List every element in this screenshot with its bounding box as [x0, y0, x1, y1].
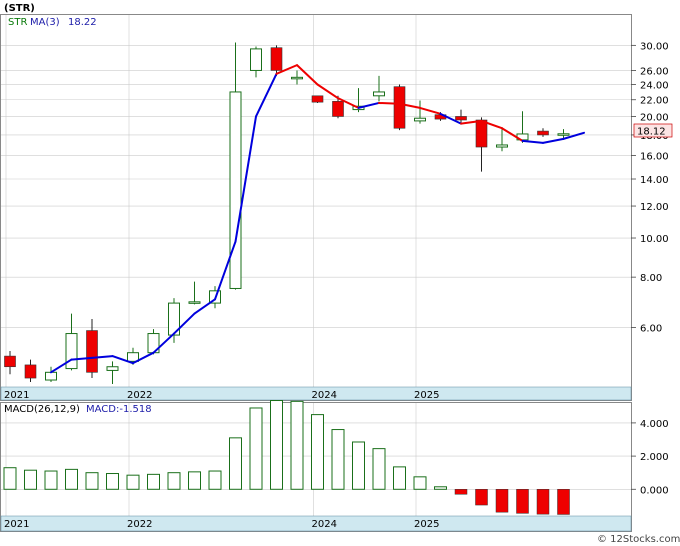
candle-body	[332, 101, 344, 117]
candle-body	[24, 364, 37, 379]
price-x-tick-label: 2022	[127, 390, 152, 401]
macd-bar	[516, 489, 529, 514]
macd-bar	[495, 489, 509, 513]
macd-bar	[413, 476, 427, 490]
macd-bar	[270, 400, 283, 490]
macd-x-tick-label: 2022	[127, 519, 152, 530]
macd-bar	[557, 489, 570, 515]
price-x-tick-label: 2024	[312, 390, 337, 401]
price-y-tick-label: 30.00	[640, 41, 669, 52]
macd-bar	[24, 469, 37, 490]
macd-value-label: MACD:-1.518	[86, 404, 152, 415]
candle-body	[537, 130, 549, 136]
price-x-tick-label: 2021	[4, 390, 29, 401]
candle-body	[373, 91, 385, 97]
macd-bar	[331, 429, 345, 490]
candle-body	[65, 333, 78, 370]
macd-bar	[454, 489, 468, 495]
candle-body	[475, 119, 488, 148]
candle-body	[106, 366, 119, 371]
candle-body	[291, 76, 303, 80]
price-y-tick-label: 24.00	[640, 80, 669, 91]
ma-segment	[378, 101, 401, 105]
price-y-tick-label: 10.00	[640, 234, 669, 245]
macd-bar	[372, 448, 386, 490]
macd-bar	[3, 467, 17, 490]
candle-body	[45, 371, 57, 381]
macd-bar	[475, 489, 488, 506]
candle-body	[414, 117, 426, 122]
price-y-tick-label: 26.00	[640, 66, 669, 77]
macd-y-tick-label: 2.000	[640, 452, 669, 463]
macd-bar	[352, 441, 365, 490]
macd-y-tick-label: 4.000	[640, 419, 669, 430]
candle-body	[4, 355, 16, 368]
candle-body	[455, 116, 467, 121]
macd-label: MACD(26,12,9)	[4, 404, 80, 415]
macd-x-tick-label: 2025	[414, 519, 439, 530]
macd-bar	[167, 472, 181, 490]
macd-bar	[85, 472, 99, 490]
macd-y-tick-label: 0.000	[640, 485, 669, 496]
macd-bar	[290, 400, 304, 490]
macd-bar	[536, 489, 550, 515]
macd-x-tick-label: 2024	[312, 519, 337, 530]
chart-title: (STR)	[4, 3, 35, 14]
macd-bar	[65, 468, 78, 490]
price-x-tick-label: 2025	[414, 390, 439, 401]
candle-body	[557, 133, 570, 136]
macd-x-tick-label: 2021	[4, 519, 29, 530]
candle-body	[188, 301, 201, 304]
candle-body	[496, 144, 508, 148]
macd-bar	[147, 473, 160, 490]
last-price-label: 18.12	[637, 127, 666, 138]
watermark: © 12Stocks.com	[597, 534, 680, 545]
price-y-tick-label: 8.00	[640, 273, 662, 284]
macd-bar	[434, 486, 447, 490]
price-y-tick-label: 6.00	[640, 324, 662, 335]
macd-bar	[44, 470, 58, 490]
price-y-tick-label: 20.00	[640, 112, 669, 123]
stock-chart: 30.0026.0024.0022.0020.0018.0016.0014.00…	[0, 0, 680, 546]
price-y-tick-label: 14.00	[640, 175, 669, 186]
price-y-tick-label: 12.00	[640, 202, 669, 213]
macd-bar	[311, 414, 324, 490]
candle-body	[311, 95, 324, 103]
legend-ma-value: 18.22	[68, 17, 97, 28]
legend-symbol: STR	[8, 17, 27, 28]
macd-bar	[249, 407, 263, 490]
macd-bar	[229, 437, 242, 490]
macd-bar	[188, 471, 201, 490]
candle-body	[270, 47, 283, 71]
price-y-tick-label: 16.00	[640, 152, 669, 163]
price-y-tick-label: 22.00	[640, 96, 669, 107]
candle-body	[229, 91, 242, 289]
candle-body	[86, 330, 98, 373]
candle-body	[393, 86, 406, 129]
macd-bar	[126, 474, 140, 490]
macd-bar	[208, 470, 222, 490]
candle-body	[250, 48, 262, 71]
macd-bar	[106, 473, 119, 490]
legend-ma: MA(3)	[30, 17, 60, 28]
macd-bar	[393, 466, 406, 490]
